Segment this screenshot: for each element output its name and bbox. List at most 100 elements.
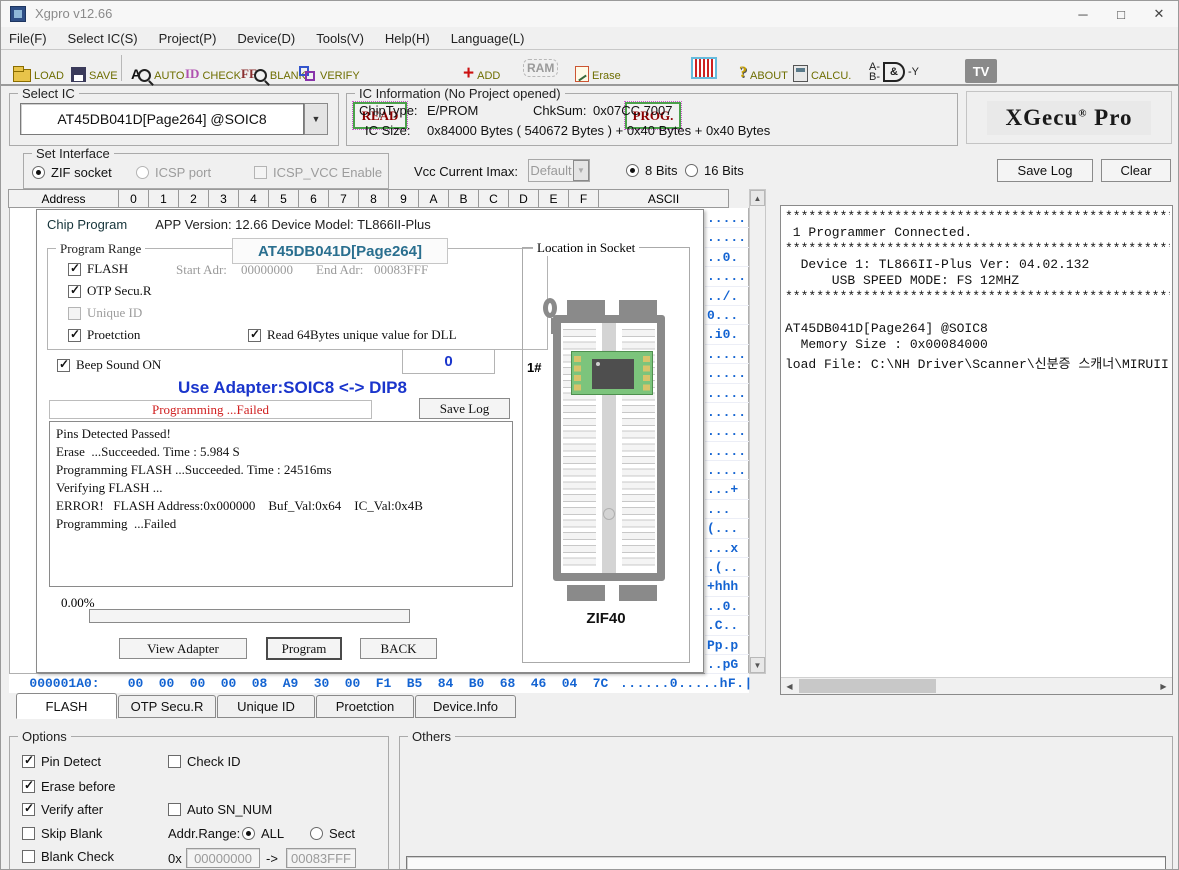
skip-blank-checkbox[interactable]: Skip Blank bbox=[22, 826, 102, 841]
ic-test-button[interactable] bbox=[691, 54, 717, 82]
hex-column-header: D bbox=[508, 189, 539, 208]
menu-item[interactable]: Tools(V) bbox=[316, 31, 364, 46]
ic-select-dropdown-button[interactable]: ▼ bbox=[304, 103, 328, 135]
range-to-input[interactable]: 00083FFF bbox=[286, 848, 356, 868]
verify-icon bbox=[299, 66, 317, 82]
menu-item[interactable]: Select IC(S) bbox=[68, 31, 138, 46]
verify-after-checkbox[interactable]: Verify after bbox=[22, 802, 103, 817]
vcc-imax-label: Vcc Current Imax: bbox=[414, 164, 518, 179]
scroll-right-arrow[interactable]: ▶ bbox=[1155, 678, 1172, 694]
scrollbar-thumb[interactable] bbox=[799, 679, 936, 693]
auto-button[interactable]: A AUTO bbox=[131, 54, 184, 82]
icsp-vcc-checkbox[interactable]: ICSP_VCC Enable bbox=[254, 165, 382, 180]
about-button[interactable]: ? ABOUT bbox=[739, 54, 788, 82]
ascii-fragment: ..... bbox=[705, 364, 749, 383]
device-log-line: load File: C:\NH Driver\Scanner\신분증 스캐너\… bbox=[785, 353, 1170, 369]
range-from-input[interactable]: 00000000 bbox=[186, 848, 260, 868]
verify-button[interactable]: VERIFY bbox=[299, 54, 360, 82]
ascii-fragment: ..... bbox=[705, 345, 749, 364]
clear-button[interactable]: Clear bbox=[1101, 159, 1171, 182]
vcc-imax-select[interactable]: Default ▼ bbox=[528, 159, 590, 182]
calcu-button[interactable]: CALCU. bbox=[793, 54, 851, 82]
menu-item[interactable]: Language(L) bbox=[451, 31, 525, 46]
dialog-save-log-button[interactable]: Save Log bbox=[419, 398, 510, 419]
blank-check-checkbox[interactable]: Blank Check bbox=[22, 849, 114, 864]
device-log-hscrollbar[interactable]: ◀ ▶ bbox=[781, 677, 1172, 694]
bits8-radio[interactable]: 8 Bits bbox=[626, 163, 678, 178]
device-log-line: ****************************************… bbox=[785, 289, 1170, 305]
log-line: Verifying FLASH ... bbox=[56, 479, 506, 497]
scroll-up-arrow[interactable]: ▲ bbox=[750, 190, 765, 206]
addr-range-sect-radio[interactable]: Sect bbox=[310, 826, 355, 841]
hex-bottom-row[interactable]: 000001A0: 0000000008A93000F1B584B0684604… bbox=[9, 674, 749, 693]
scroll-left-arrow[interactable]: ◀ bbox=[781, 678, 798, 694]
select-ic-group: Select IC AT45DB041D[Page264] @SOIC8 ▼ bbox=[9, 93, 339, 146]
protection-checkbox[interactable]: Proetction bbox=[68, 327, 140, 343]
menu-item[interactable]: File(F) bbox=[9, 31, 47, 46]
tab-protection[interactable]: Proetction bbox=[316, 695, 414, 718]
menu-item[interactable]: Help(H) bbox=[385, 31, 430, 46]
question-icon: ? bbox=[739, 64, 747, 82]
chksum-label: ChkSum: bbox=[533, 103, 586, 118]
erase-button[interactable]: Erase bbox=[575, 54, 621, 82]
checkbox-box bbox=[168, 755, 181, 768]
device-log-panel[interactable]: ****************************************… bbox=[780, 205, 1173, 695]
check-id-checkbox[interactable]: Check ID bbox=[168, 754, 240, 769]
hex-column-header: 3 bbox=[208, 189, 239, 208]
save-log-button[interactable]: Save Log bbox=[997, 159, 1093, 182]
bits16-radio[interactable]: 16 Bits bbox=[685, 163, 744, 178]
app-version-text: APP Version: 12.66 Device Model: TL866II… bbox=[155, 217, 431, 232]
view-adapter-button[interactable]: View Adapter bbox=[119, 638, 247, 659]
radio-dot bbox=[136, 166, 149, 179]
ascii-fragment: ..... bbox=[705, 403, 749, 422]
open-folder-icon bbox=[13, 69, 31, 82]
ascii-fragment: ..... bbox=[705, 228, 749, 247]
magnifier-icon bbox=[138, 69, 151, 82]
save-button[interactable]: SAVE bbox=[71, 54, 118, 82]
tab-unique-id[interactable]: Unique ID bbox=[217, 695, 315, 718]
socket-tab bbox=[619, 585, 657, 601]
tv-button[interactable]: TV bbox=[965, 55, 997, 83]
tab-flash[interactable]: FLASH bbox=[16, 693, 117, 719]
menu-item[interactable]: Project(P) bbox=[159, 31, 217, 46]
load-button[interactable]: LOAD bbox=[13, 54, 64, 82]
hex-column-header: 8 bbox=[358, 189, 389, 208]
radio-dot bbox=[310, 827, 323, 840]
pin-detect-checkbox[interactable]: Pin Detect bbox=[22, 754, 101, 769]
auto-sn-checkbox[interactable]: Auto SN_NUM bbox=[168, 802, 272, 817]
hex-vertical-scrollbar[interactable]: ▲ ▼ bbox=[749, 189, 766, 674]
menu-item[interactable]: Device(D) bbox=[237, 31, 295, 46]
adapter-pads-left bbox=[574, 356, 581, 392]
tab-otp-secur[interactable]: OTP Secu.R bbox=[118, 695, 216, 718]
unique-id-checkbox[interactable]: Unique ID bbox=[68, 305, 142, 321]
addr-range-all-radio[interactable]: ALL bbox=[242, 826, 284, 841]
icsp-port-radio[interactable]: ICSP port bbox=[136, 165, 211, 180]
erase-before-checkbox[interactable]: Erase before bbox=[22, 779, 115, 794]
program-button[interactable]: Program bbox=[266, 637, 342, 660]
blank-button[interactable]: FF BLANK bbox=[241, 54, 306, 82]
flash-checkbox[interactable]: FLASH bbox=[68, 261, 128, 277]
location-in-socket-group: Location in Socket 1# ZIF40 bbox=[522, 247, 690, 663]
pin1-label: 1# bbox=[527, 360, 541, 375]
beep-checkbox[interactable]: Beep Sound ON bbox=[57, 357, 161, 373]
close-button[interactable]: ✕ bbox=[1142, 1, 1176, 27]
otp-secur-checkbox[interactable]: OTP Secu.R bbox=[68, 283, 152, 299]
options-group: Options Pin Detect Check ID Erase before… bbox=[9, 736, 389, 870]
ram-button[interactable]: RAM bbox=[523, 54, 558, 82]
check-button[interactable]: ID CHECK bbox=[185, 54, 241, 82]
magnifier-icon bbox=[254, 69, 267, 82]
scroll-down-arrow[interactable]: ▼ bbox=[750, 657, 765, 673]
hex-column-header: F bbox=[568, 189, 599, 208]
maximize-button[interactable]: □ bbox=[1104, 1, 1138, 27]
tab-device-info[interactable]: Device.Info bbox=[415, 695, 516, 718]
zif-socket-radio[interactable]: ZIF socket bbox=[32, 165, 112, 180]
back-button[interactable]: BACK bbox=[360, 638, 437, 659]
ic-select-combobox[interactable]: AT45DB041D[Page264] @SOIC8 bbox=[20, 103, 304, 135]
dialog-log[interactable]: Pins Detected Passed!Erase ...Succeeded.… bbox=[49, 421, 513, 587]
logic-gate-button[interactable]: A-B- & -Y bbox=[869, 58, 919, 86]
device-log-line: ****************************************… bbox=[785, 241, 1170, 257]
window-title: Xgpro v12.66 bbox=[35, 6, 112, 21]
add-button[interactable]: + ADD bbox=[463, 54, 500, 82]
read64-checkbox[interactable]: Read 64Bytes unique value for DLL bbox=[248, 327, 457, 343]
minimize-button[interactable]: ─ bbox=[1066, 1, 1100, 27]
